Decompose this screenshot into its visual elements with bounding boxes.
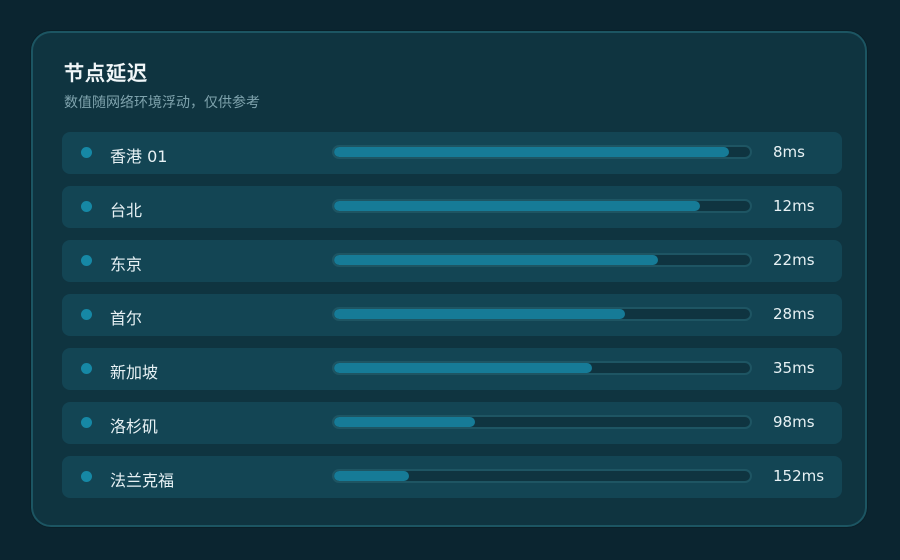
node-name: 香港 01 bbox=[110, 147, 168, 166]
latency-value: 12ms bbox=[773, 197, 815, 215]
latency-bar-fill bbox=[334, 471, 409, 481]
status-dot-icon bbox=[81, 363, 92, 374]
node-name: 法兰克福 bbox=[110, 471, 175, 490]
node-row[interactable]: 东京 22ms bbox=[62, 240, 842, 282]
latency-bar-track bbox=[332, 415, 752, 429]
latency-value: 22ms bbox=[773, 251, 815, 269]
latency-bar-track bbox=[332, 199, 752, 213]
node-row[interactable]: 洛杉矶 98ms bbox=[62, 402, 842, 444]
status-dot-icon bbox=[81, 471, 92, 482]
node-name: 首尔 bbox=[110, 309, 143, 328]
latency-bar-track bbox=[332, 469, 752, 483]
latency-bar-track bbox=[332, 307, 752, 321]
latency-bar-fill bbox=[334, 255, 659, 265]
status-dot-icon bbox=[81, 147, 92, 158]
node-list: 香港 01 8ms 台北 12ms 东京 22ms 首尔 28ms 新加坡 35… bbox=[62, 132, 842, 510]
status-dot-icon bbox=[81, 255, 92, 266]
latency-bar-fill bbox=[334, 417, 476, 427]
latency-bar-track bbox=[332, 145, 752, 159]
latency-bar-fill bbox=[334, 363, 592, 373]
status-dot-icon bbox=[81, 201, 92, 212]
status-dot-icon bbox=[81, 309, 92, 320]
node-name: 台北 bbox=[110, 201, 143, 220]
node-name: 新加坡 bbox=[110, 363, 159, 382]
latency-bar-fill bbox=[334, 201, 701, 211]
node-row[interactable]: 香港 01 8ms bbox=[62, 132, 842, 174]
node-name: 洛杉矶 bbox=[110, 417, 159, 436]
latency-bar-fill bbox=[334, 309, 626, 319]
node-row[interactable]: 法兰克福 152ms bbox=[62, 456, 842, 498]
status-dot-icon bbox=[81, 417, 92, 428]
panel-title: 节点延迟 bbox=[64, 61, 148, 85]
node-row[interactable]: 首尔 28ms bbox=[62, 294, 842, 336]
latency-card: 节点延迟 数值随网络环境浮动，仅供参考 香港 01 8ms 台北 12ms 东京… bbox=[31, 31, 867, 527]
node-row[interactable]: 台北 12ms bbox=[62, 186, 842, 228]
latency-value: 152ms bbox=[773, 467, 825, 485]
node-row[interactable]: 新加坡 35ms bbox=[62, 348, 842, 390]
latency-bar-fill bbox=[334, 147, 730, 157]
panel-subtitle: 数值随网络环境浮动，仅供参考 bbox=[64, 95, 260, 111]
latency-value: 98ms bbox=[773, 413, 815, 431]
latency-value: 8ms bbox=[773, 143, 805, 161]
latency-value: 35ms bbox=[773, 359, 815, 377]
node-name: 东京 bbox=[110, 255, 143, 274]
latency-value: 28ms bbox=[773, 305, 815, 323]
latency-bar-track bbox=[332, 253, 752, 267]
latency-bar-track bbox=[332, 361, 752, 375]
